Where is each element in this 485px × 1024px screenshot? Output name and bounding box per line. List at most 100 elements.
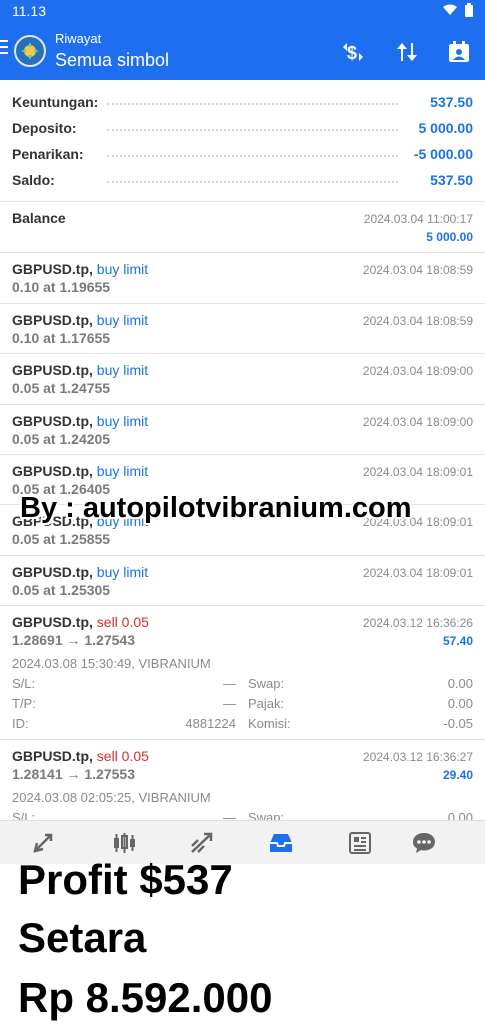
order-symbol: GBPUSD.tp,	[12, 463, 93, 479]
order-time: 2024.03.04 18:09:00	[362, 364, 473, 378]
summary-value: -5 000.00	[409, 146, 473, 162]
order-detail: 0.10 at 1.17655	[12, 330, 111, 346]
order-detail: 0.05 at 1.24205	[12, 431, 111, 447]
deal-open-info: 2024.03.08 02:05:25, VIBRANIUM	[12, 790, 211, 805]
order-item[interactable]: GBPUSD.tp, buy limit 0.05 at 1.25305 202…	[0, 556, 485, 606]
history-item-balance[interactable]: Balance 2024.03.04 11:00:17 5 000.00	[0, 202, 485, 253]
wifi-icon	[443, 4, 457, 15]
trade-icon[interactable]	[189, 831, 215, 855]
summary-label: Penarikan:	[12, 146, 88, 162]
dotted-leader	[107, 181, 398, 183]
order-type: buy limit	[96, 564, 149, 580]
order-type: buy limit	[96, 312, 149, 328]
caption-line-2: Setara	[18, 914, 147, 961]
deal-profit: 29.40	[442, 768, 473, 782]
deal-type: sell 0.05	[96, 748, 149, 764]
sl-label: S/L:	[12, 676, 36, 691]
order-type: buy limit	[96, 413, 149, 429]
commission-value: -0.05	[443, 716, 473, 731]
status-bar: 11.13	[0, 0, 485, 22]
battery-icon	[465, 3, 473, 17]
order-item[interactable]: GBPUSD.tp, buy limit 0.10 at 1.17655 202…	[0, 304, 485, 354]
order-item[interactable]: GBPUSD.tp, buy limit 0.05 at 1.24205 202…	[0, 405, 485, 455]
tp-value: —	[223, 696, 236, 711]
order-detail: 0.05 at 1.25305	[12, 582, 111, 598]
sl-value: —	[223, 676, 236, 691]
deal-symbol: GBPUSD.tp,	[12, 614, 93, 630]
deal-item[interactable]: GBPUSD.tp, sell 0.05 1.28691 → 1.27543 2…	[0, 606, 485, 740]
screen-subtitle: Riwayat	[55, 31, 102, 46]
id-value: 4881224	[185, 716, 236, 731]
summary-value: 537.50	[426, 94, 473, 110]
order-detail: 0.05 at 1.24755	[12, 380, 111, 396]
summary-row-balance: Saldo: 537.50	[12, 170, 473, 192]
dollar-exchange-icon[interactable]: $	[340, 39, 366, 65]
dotted-leader	[107, 103, 398, 105]
dotted-leader	[107, 129, 398, 131]
tp-label: T/P:	[12, 696, 36, 711]
dotted-leader	[107, 155, 398, 157]
id-label: ID:	[12, 716, 29, 731]
news-icon[interactable]	[347, 831, 373, 855]
symbol-filter-title[interactable]: Semua simbol	[55, 50, 169, 71]
caption-line-1: Profit $537	[18, 856, 233, 903]
summary-row-withdrawal: Penarikan: -5 000.00	[12, 144, 473, 166]
order-type: buy limit	[96, 261, 149, 277]
commission-label: Komisi:	[248, 716, 291, 731]
summary-label: Saldo:	[12, 172, 59, 188]
deal-prices: 1.28141 → 1.27553	[12, 766, 135, 782]
order-symbol: GBPUSD.tp,	[12, 312, 93, 328]
deal-profit: 57.40	[442, 634, 473, 648]
order-symbol: GBPUSD.tp,	[12, 413, 93, 429]
swap-value: 0.00	[447, 676, 473, 691]
order-type: buy limit	[96, 362, 149, 378]
order-time: 2024.03.04 18:08:59	[362, 314, 473, 328]
deal-time: 2024.03.12 16:36:27	[362, 750, 473, 764]
broker-logo	[14, 35, 46, 67]
chart-icon[interactable]	[111, 831, 137, 855]
item-time: 2024.03.04 11:00:17	[363, 212, 473, 226]
item-title: Balance	[12, 210, 66, 226]
deal-symbol: GBPUSD.tp,	[12, 748, 93, 764]
summary-label: Keuntungan:	[12, 94, 103, 110]
account-summary: Keuntungan: 537.50 Deposito: 5 000.00 Pe…	[0, 80, 485, 202]
order-time: 2024.03.04 18:09:00	[362, 415, 473, 429]
watermark-text: By : autopilotvibranium.com	[20, 492, 412, 524]
history-icon[interactable]	[268, 831, 294, 855]
svg-text:$: $	[347, 43, 357, 63]
order-symbol: GBPUSD.tp,	[12, 564, 93, 580]
tax-label: Pajak:	[248, 696, 285, 711]
summary-label: Deposito:	[12, 120, 81, 136]
quotes-icon[interactable]	[31, 831, 57, 855]
chat-icon[interactable]	[411, 831, 437, 855]
item-amount: 5 000.00	[426, 230, 473, 244]
order-item[interactable]: GBPUSD.tp, buy limit 0.10 at 1.19655 202…	[0, 253, 485, 304]
summary-value: 537.50	[426, 172, 473, 188]
order-detail: 0.05 at 1.25855	[12, 531, 111, 547]
deal-open-info: 2024.03.08 15:30:49, VIBRANIUM	[12, 656, 211, 671]
order-type: buy limit	[96, 463, 149, 479]
order-item[interactable]: GBPUSD.tp, buy limit 0.05 at 1.24755 202…	[0, 354, 485, 405]
deal-type: sell 0.05	[96, 614, 149, 630]
deal-item[interactable]: GBPUSD.tp, sell 0.05 1.28141 → 1.27553 2…	[0, 740, 485, 825]
calendar-icon[interactable]	[446, 39, 472, 65]
deal-time: 2024.03.12 16:36:26	[362, 616, 473, 630]
order-symbol: GBPUSD.tp,	[12, 261, 93, 277]
caption-line-3: Rp 8.592.000	[18, 974, 273, 1021]
swap-label: Swap:	[248, 676, 285, 691]
order-time: 2024.03.04 18:08:59	[362, 263, 473, 277]
tax-value: 0.00	[447, 696, 473, 711]
order-detail: 0.10 at 1.19655	[12, 279, 111, 295]
order-time: 2024.03.04 18:09:01	[362, 566, 473, 580]
status-time: 11.13	[12, 3, 46, 19]
menu-icon[interactable]	[0, 40, 8, 60]
summary-row-deposit: Deposito: 5 000.00	[12, 118, 473, 140]
order-symbol: GBPUSD.tp,	[12, 362, 93, 378]
app-bar: Riwayat Semua simbol $	[0, 22, 485, 80]
profit-caption: Profit $537 Setara Rp 8.592.000	[0, 856, 485, 1024]
sort-icon[interactable]	[394, 39, 420, 65]
summary-row-profit: Keuntungan: 537.50	[12, 92, 473, 114]
order-time: 2024.03.04 18:09:01	[362, 465, 473, 479]
deal-prices: 1.28691 → 1.27543	[12, 632, 135, 648]
summary-value: 5 000.00	[414, 120, 473, 136]
